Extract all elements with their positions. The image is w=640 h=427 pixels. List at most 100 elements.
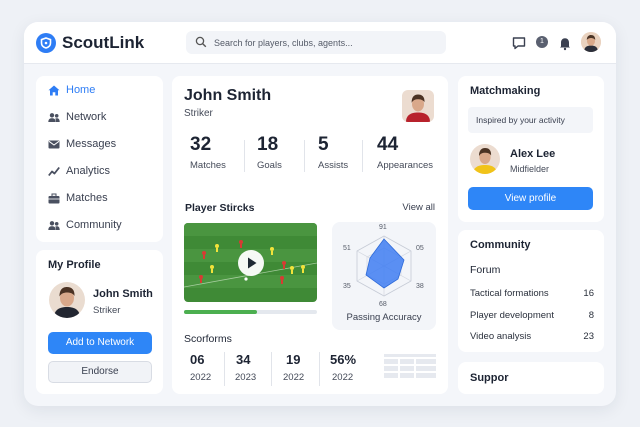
sidebar-item-community[interactable]: Community xyxy=(36,212,163,239)
forum-row-count: 8 xyxy=(588,310,594,321)
shield-logo-icon xyxy=(36,33,56,53)
scorform-divider xyxy=(271,352,272,386)
scorforms-mini-grid xyxy=(384,354,436,378)
forum-row[interactable]: Tactical formations 16 xyxy=(470,288,594,302)
radar-label: 91 xyxy=(379,224,387,231)
mail-icon xyxy=(48,140,60,149)
community-card: Community Forum Tactical formations 16 P… xyxy=(458,230,604,352)
search-bar[interactable] xyxy=(186,31,446,54)
stat-value: 32 xyxy=(190,134,212,155)
scorforms-title: Scorforms xyxy=(184,333,232,345)
highlights-title: Player Stircks xyxy=(185,202,255,214)
player-name: John Smith xyxy=(184,87,272,104)
sidebar-nav: Home Network Messages Analytics Matches … xyxy=(36,76,163,242)
scorform-year: 2022 xyxy=(283,372,305,383)
profile-name: John Smith xyxy=(93,288,153,300)
people-icon xyxy=(48,113,60,122)
highlight-video[interactable] xyxy=(184,223,317,302)
play-button[interactable] xyxy=(238,250,264,276)
sidebar-item-home[interactable]: Home xyxy=(36,77,163,104)
scorform-year: 2023 xyxy=(235,372,257,383)
radar-label: 68 xyxy=(379,301,387,308)
forum-title: Forum xyxy=(470,264,501,276)
home-icon xyxy=(48,85,60,96)
sidebar-item-network[interactable]: Network xyxy=(36,104,163,131)
stat-value: 44 xyxy=(377,134,399,155)
app-window: ScoutLink 1 Home Network Messages Analyt… xyxy=(24,22,616,406)
sidebar-item-label: Community xyxy=(66,219,122,231)
scorform-divider xyxy=(224,352,225,386)
player-summary-card: John Smith Striker 32 Matches 18 Goals 5… xyxy=(172,76,448,206)
forum-row-count: 16 xyxy=(583,288,594,299)
stat-label: Assists xyxy=(318,160,349,171)
user-avatar[interactable] xyxy=(581,32,601,52)
profile-avatar[interactable] xyxy=(49,282,85,318)
stat-divider xyxy=(362,140,363,172)
match-avatar[interactable] xyxy=(470,144,500,174)
sidebar-item-analytics[interactable]: Analytics xyxy=(36,158,163,185)
stat-label: Appearances xyxy=(377,160,433,171)
stat-value: 5 xyxy=(318,134,329,155)
matchmaking-subtitle-box: Inspired by your activity xyxy=(468,107,593,133)
chat-icon[interactable] xyxy=(511,35,527,51)
notification-count-badge[interactable]: 1 xyxy=(536,36,548,48)
scorform-value: 19 xyxy=(286,352,301,367)
radar-caption: Passing Accuracy xyxy=(346,312,422,323)
match-role: Midfielder xyxy=(510,164,550,174)
video-progress-fill xyxy=(184,310,258,314)
matchmaking-title: Matchmaking xyxy=(470,85,541,97)
app-logo-text[interactable]: ScoutLink xyxy=(62,33,144,53)
scorform-value: 34 xyxy=(236,352,251,367)
bell-icon[interactable] xyxy=(557,35,573,51)
scorform-year: 2022 xyxy=(190,372,212,383)
match-name: Alex Lee xyxy=(510,148,556,160)
community-title: Community xyxy=(470,239,531,251)
my-profile-title: My Profile xyxy=(48,259,101,271)
radar-label: 05 xyxy=(416,245,424,252)
sidebar-item-label: Matches xyxy=(66,192,108,204)
briefcase-icon xyxy=(48,193,60,204)
sidebar-item-label: Messages xyxy=(66,138,117,150)
view-all-link[interactable]: View all xyxy=(402,202,435,213)
sidebar-item-label: Home xyxy=(66,84,96,96)
forum-row-label: Tactical formations xyxy=(470,288,549,299)
scorform-year: 2022 xyxy=(332,372,354,383)
radar-label: 35 xyxy=(343,283,351,290)
endorse-button[interactable]: Endorse xyxy=(48,361,152,383)
forum-row-label: Player development xyxy=(470,310,554,321)
search-input[interactable] xyxy=(214,34,439,51)
search-icon xyxy=(195,36,207,48)
forum-row[interactable]: Player development 8 xyxy=(470,310,594,324)
passing-accuracy-chart: 91 05 38 68 35 51 Passing Accuracy xyxy=(332,222,436,330)
play-icon xyxy=(248,257,257,269)
sidebar-item-label: Analytics xyxy=(66,165,111,177)
add-to-network-button[interactable]: Add to Network xyxy=(48,332,152,354)
stat-label: Goals xyxy=(257,160,282,171)
stat-divider xyxy=(304,140,305,172)
chart-icon xyxy=(48,166,60,177)
support-title: Suppor xyxy=(470,372,509,384)
people-icon xyxy=(48,221,60,230)
my-profile-card: My Profile John Smith Striker Add to Net… xyxy=(36,250,163,394)
video-progress-track[interactable] xyxy=(184,310,317,314)
matchmaking-subtitle: Inspired by your activity xyxy=(476,115,565,125)
forum-row-label: Video analysis xyxy=(470,331,532,342)
support-card: Suppor xyxy=(458,362,604,394)
matchmaking-card: Matchmaking Inspired by your activity Al… xyxy=(458,76,604,222)
view-profile-button[interactable]: View profile xyxy=(468,187,593,210)
sidebar-item-label: Network xyxy=(66,111,107,123)
sidebar-item-messages[interactable]: Messages xyxy=(36,131,163,158)
player-avatar[interactable] xyxy=(402,90,434,122)
scorform-value: 06 xyxy=(190,352,205,367)
profile-role: Striker xyxy=(93,305,121,316)
radar-label: 38 xyxy=(416,283,424,290)
radar-label: 51 xyxy=(343,245,351,252)
sidebar-item-matches[interactable]: Matches xyxy=(36,185,163,212)
stat-value: 18 xyxy=(257,134,279,155)
player-position: Striker xyxy=(184,108,213,119)
forum-row-count: 23 xyxy=(583,331,594,342)
scorform-divider xyxy=(319,352,320,386)
player-highlights-card: Player Stircks View all 91 05 38 68 35 5… xyxy=(172,192,448,394)
forum-row[interactable]: Video analysis 23 xyxy=(470,331,594,345)
stat-label: Matches xyxy=(190,160,226,171)
